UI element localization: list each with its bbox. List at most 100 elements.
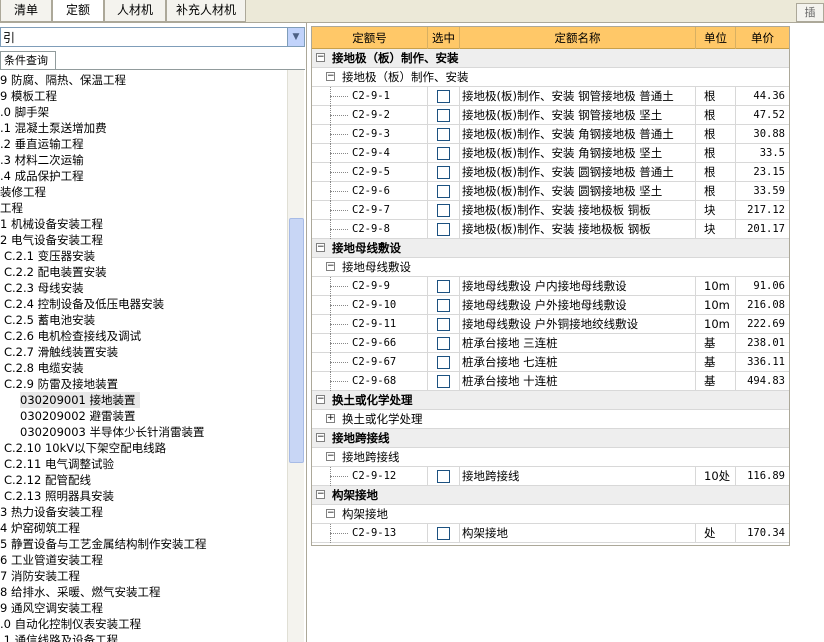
quota-row[interactable]: C2-9-1 接地极(板)制作、安装 钢管接地极 普通土根 44.36	[312, 87, 789, 106]
tree-node[interactable]: C.2.12 配管配线	[4, 472, 91, 488]
subgroup-row[interactable]: − 接地跨接线	[312, 448, 789, 467]
tree-node[interactable]: 9 模板工程	[0, 88, 57, 104]
group-row[interactable]: − 换土或化学处理	[312, 391, 789, 410]
select-checkbox[interactable]	[437, 90, 450, 103]
collapse-icon[interactable]: −	[316, 243, 325, 252]
quota-row[interactable]: C2-9-67 桩承台接地 七连桩基 336.11	[312, 353, 789, 372]
tree-node[interactable]: 1 机械设备安装工程	[0, 216, 103, 232]
tree-node[interactable]: .0 脚手架	[0, 104, 49, 120]
tree-node[interactable]: 9 防腐、隔热、保温工程	[0, 72, 126, 88]
subgroup-row[interactable]: − 构架接地	[312, 505, 789, 524]
collapse-icon[interactable]: −	[316, 490, 325, 499]
select-checkbox[interactable]	[437, 299, 450, 312]
tree-node[interactable]: .1 混凝土泵送增加费	[0, 120, 107, 136]
select-checkbox[interactable]	[437, 185, 450, 198]
select-checkbox[interactable]	[437, 280, 450, 293]
tree-node[interactable]: 9 通风空调安装工程	[0, 600, 103, 616]
index-select[interactable]: 引 ▼	[0, 27, 305, 47]
chevron-down-icon[interactable]: ▼	[287, 28, 304, 46]
tab-condition-query[interactable]: 条件查询	[0, 51, 56, 69]
collapse-icon[interactable]: −	[326, 452, 335, 461]
group-row[interactable]: − 接地跨接线	[312, 429, 789, 448]
quota-row[interactable]: C2-9-5 接地极(板)制作、安装 圆钢接地极 普通土根 23.15	[312, 163, 789, 182]
group-row[interactable]: − 接地极（板）制作、安装	[312, 49, 789, 68]
select-checkbox[interactable]	[437, 356, 450, 369]
tree-node[interactable]: C.2.2 配电装置安装	[4, 264, 107, 280]
header-name[interactable]: 定额名称	[460, 27, 696, 49]
collapse-icon[interactable]: −	[326, 72, 335, 81]
tree-node[interactable]: 7 消防安装工程	[0, 568, 80, 584]
quota-row[interactable]: C2-9-12 接地跨接线 10处 116.89	[312, 467, 789, 486]
collapse-icon[interactable]: −	[316, 395, 325, 404]
tree-node[interactable]: 装修工程	[0, 184, 46, 200]
select-checkbox[interactable]	[437, 223, 450, 236]
expand-icon[interactable]: +	[326, 414, 335, 423]
quota-row[interactable]: C2-9-6 接地极(板)制作、安装 圆钢接地极 坚土根 33.59	[312, 182, 789, 201]
quota-row[interactable]: C2-9-10 接地母线敷设 户外接地母线敷设 10m 216.08	[312, 296, 789, 315]
collapse-icon[interactable]: −	[316, 433, 325, 442]
header-unit[interactable]: 单位	[696, 27, 736, 49]
header-price[interactable]: 单价	[736, 27, 789, 49]
tree-node[interactable]: .4 成品保护工程	[0, 168, 84, 184]
tree-node[interactable]: C.2.8 电缆安装	[4, 360, 84, 376]
quota-row[interactable]: C2-9-8 接地极(板)制作、安装 接地极板 钢板块 201.17	[312, 220, 789, 239]
header-code[interactable]: 定额号	[312, 27, 428, 49]
select-checkbox[interactable]	[437, 109, 450, 122]
insert-button[interactable]: 插	[796, 3, 824, 22]
tree-node[interactable]: 030209003 半导体少长针消雷装置	[20, 424, 205, 440]
select-checkbox[interactable]	[437, 166, 450, 179]
tree-node[interactable]: .0 自动化控制仪表安装工程	[0, 616, 141, 632]
tab-rencaiji[interactable]: 人材机	[104, 0, 166, 22]
select-checkbox[interactable]	[437, 337, 450, 350]
subgroup-row[interactable]: + 换土或化学处理	[312, 410, 789, 429]
tab-dinge[interactable]: 定额	[52, 0, 104, 22]
collapse-icon[interactable]: −	[326, 262, 335, 271]
select-checkbox[interactable]	[437, 527, 450, 540]
subgroup-row[interactable]: − 接地极（板）制作、安装	[312, 68, 789, 87]
quota-row[interactable]: C2-9-4 接地极(板)制作、安装 角钢接地极 坚土根 33.5	[312, 144, 789, 163]
tree-node[interactable]: C.2.9 防雷及接地装置	[4, 376, 118, 392]
tree-node[interactable]: 8 给排水、采暖、燃气安装工程	[0, 584, 160, 600]
tree-node[interactable]: 4 炉窑砌筑工程	[0, 520, 80, 536]
tab-buchong-rencaiji[interactable]: 补充人材机	[166, 0, 246, 22]
tree-node[interactable]: C.2.7 滑触线装置安装	[4, 344, 118, 360]
quota-row[interactable]: C2-9-2 接地极(板)制作、安装 钢管接地极 坚土根 47.52	[312, 106, 789, 125]
tree-node[interactable]: .2 垂直运输工程	[0, 136, 84, 152]
tree-node[interactable]: C.2.5 蓄电池安装	[4, 312, 95, 328]
tree-node[interactable]: 5 静置设备与工艺金属结构制作安装工程	[0, 536, 206, 552]
tree-node[interactable]: C.2.11 电气调整试验	[4, 456, 114, 472]
collapse-icon[interactable]: −	[326, 509, 335, 518]
group-row[interactable]: − 构架接地	[312, 486, 789, 505]
tree-node[interactable]: C.2.13 照明器具安装	[4, 488, 114, 504]
quota-row[interactable]: C2-9-7 接地极(板)制作、安装 接地极板 铜板块 217.12	[312, 201, 789, 220]
tree-node[interactable]: C.2.1 变压器安装	[4, 248, 95, 264]
select-checkbox[interactable]	[437, 147, 450, 160]
select-checkbox[interactable]	[437, 470, 450, 483]
scrollbar-thumb[interactable]	[289, 218, 304, 463]
quota-row[interactable]: C2-9-66 桩承台接地 三连桩基 238.01	[312, 334, 789, 353]
quota-row[interactable]: C2-9-3 接地极(板)制作、安装 角钢接地极 普通土根 30.88	[312, 125, 789, 144]
header-selected[interactable]: 选中	[428, 27, 460, 49]
quota-row[interactable]: C2-9-9 接地母线敷设 户内接地母线敷设 10m 91.06	[312, 277, 789, 296]
group-row[interactable]: − 接地母线敷设	[312, 239, 789, 258]
select-checkbox[interactable]	[437, 128, 450, 141]
tab-qingdan[interactable]: 清单	[0, 0, 52, 22]
quota-row[interactable]: C2-9-68 桩承台接地 十连桩基 494.83	[312, 372, 789, 391]
tree-node[interactable]: 030209002 避雷装置	[20, 408, 136, 424]
quota-row[interactable]: C2-9-13 构架接地处 170.34	[312, 524, 789, 543]
tree-node[interactable]: C.2.4 控制设备及低压电器安装	[4, 296, 164, 312]
tree-node[interactable]: 030209001 接地装置	[20, 392, 140, 408]
tree-node[interactable]: 3 热力设备安装工程	[0, 504, 103, 520]
tree-node[interactable]: C.2.6 电机检查接线及调试	[4, 328, 141, 344]
tree-node[interactable]: .3 材料二次运输	[0, 152, 84, 168]
collapse-icon[interactable]: −	[316, 53, 325, 62]
tree-scrollbar[interactable]	[287, 70, 304, 642]
tree-node[interactable]: C.2.10 10kV以下架空配电线路	[4, 440, 166, 456]
tree-node[interactable]: C.2.3 母线安装	[4, 280, 84, 296]
tree-node[interactable]: .1 通信线路及设备工程	[0, 632, 118, 642]
select-checkbox[interactable]	[437, 204, 450, 217]
quota-row[interactable]: C2-9-11 接地母线敷设 户外铜接地绞线敷设 10m 222.69	[312, 315, 789, 334]
tree-node[interactable]: 工程	[0, 200, 23, 216]
select-checkbox[interactable]	[437, 375, 450, 388]
subgroup-row[interactable]: − 接地母线敷设	[312, 258, 789, 277]
